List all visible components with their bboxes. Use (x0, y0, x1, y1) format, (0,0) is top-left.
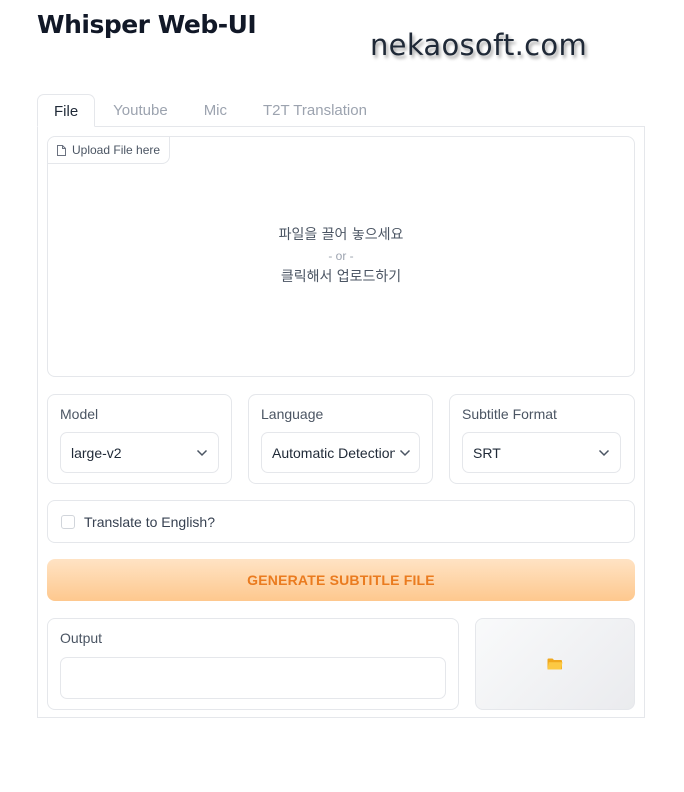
generate-subtitle-button[interactable]: GENERATE SUBTITLE FILE (47, 559, 635, 601)
subtitle-format-value: SRT (473, 444, 501, 461)
model-value: large-v2 (71, 444, 122, 461)
chevron-down-icon (598, 449, 610, 456)
output-file-box[interactable] (475, 618, 635, 710)
language-value: Automatic Detection (272, 444, 395, 461)
file-upload-dropzone[interactable]: Upload File here 파일을 끌어 놓으세요 - or - 클릭해서… (47, 136, 635, 377)
watermark-text: nekaosoft.com (370, 28, 587, 62)
translate-checkbox[interactable] (61, 514, 75, 529)
language-card: Language Automatic Detection (248, 394, 433, 484)
subtitle-format-card: Subtitle Format SRT (449, 394, 635, 484)
tab-t2t-translation[interactable]: T2T Translation (245, 94, 385, 126)
subtitle-format-label: Subtitle Format (462, 406, 557, 422)
upload-label-text: Upload File here (72, 143, 161, 157)
translate-label[interactable]: Translate to English? (84, 514, 215, 530)
chevron-down-icon (196, 449, 208, 456)
model-card: Model large-v2 (47, 394, 232, 484)
model-label: Model (60, 406, 99, 422)
translate-option: Translate to English? (47, 500, 635, 543)
chevron-down-icon (399, 449, 411, 456)
tab-youtube[interactable]: Youtube (95, 94, 186, 126)
drop-instructions: 파일을 끌어 놓으세요 - or - 클릭해서 업로드하기 (48, 225, 634, 288)
or-separator: - or - (328, 249, 354, 263)
language-dropdown[interactable]: Automatic Detection (261, 432, 420, 473)
model-dropdown[interactable]: large-v2 (60, 432, 219, 473)
folder-icon (547, 658, 563, 670)
output-card: Output (47, 618, 459, 710)
tab-bar: File Youtube Mic T2T Translation (37, 94, 385, 127)
language-label: Language (261, 406, 324, 422)
output-textbox[interactable] (60, 657, 446, 699)
file-icon (57, 144, 66, 156)
app-title: Whisper Web-UI (37, 10, 257, 39)
tab-mic[interactable]: Mic (186, 94, 245, 126)
click-to-upload-text[interactable]: 클릭해서 업로드하기 (48, 267, 634, 288)
output-label: Output (60, 630, 103, 646)
file-tab-panel: Upload File here 파일을 끌어 놓으세요 - or - 클릭해서… (37, 126, 645, 718)
subtitle-format-dropdown[interactable]: SRT (462, 432, 621, 473)
upload-label: Upload File here (48, 137, 171, 164)
drop-text: 파일을 끌어 놓으세요 (278, 227, 404, 243)
tab-file[interactable]: File (37, 94, 96, 127)
